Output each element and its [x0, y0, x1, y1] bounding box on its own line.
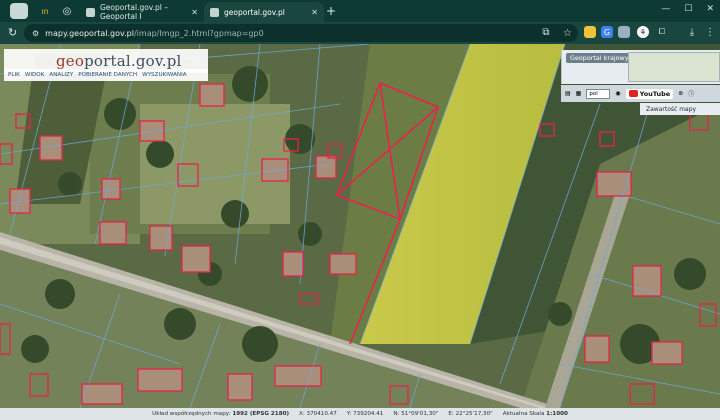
map-content-label: Zawartość mapy [646, 105, 697, 113]
coord-n: N: 51°09'01,30" [393, 411, 439, 417]
crs-label: Układ współrzędnych mapy: [152, 411, 231, 417]
coord-e: E: 22°25'17,30" [448, 411, 493, 417]
favicon-icon [86, 7, 95, 17]
download-icon[interactable]: ⤓ [686, 26, 698, 38]
browser-tab-strip: ın ◎ Geoportal.gov.pl – Geoportal I ✕ ge… [0, 0, 720, 22]
panel-toolbar: ▤ ▦ pol ◉ YouTube ⊛ ⓘ [561, 85, 720, 102]
overview-minimap[interactable] [628, 52, 720, 82]
minimize-icon[interactable]: — [661, 4, 670, 14]
youtube-link[interactable]: YouTube [625, 88, 674, 99]
bookmark-star-icon[interactable]: ☆ [563, 28, 572, 39]
close-icon[interactable]: ✕ [311, 8, 318, 17]
map-content-header[interactable]: Zawartość mapy [640, 103, 720, 115]
menu-plik[interactable]: PLIK [8, 72, 20, 78]
logo-part-1: geo [56, 52, 85, 70]
scale-value: 1:1000 [546, 411, 568, 417]
maximize-icon[interactable]: ☐ [684, 4, 692, 14]
cast-icon[interactable]: ⧉ [540, 26, 552, 38]
tab-geoportal-1[interactable]: Geoportal.gov.pl – Geoportal I ✕ [80, 2, 204, 22]
logo-part-2: portal.gov.pl [84, 52, 182, 70]
tab-title: Geoportal.gov.pl – Geoportal I [100, 3, 169, 21]
layers-icon[interactable]: ▦ [576, 90, 582, 97]
menu-widok[interactable]: WIDOK [25, 72, 45, 78]
youtube-play-icon [628, 90, 638, 97]
globe-icon[interactable]: ◎ [58, 3, 76, 19]
tab-geoportal-2[interactable]: geoportal.gov.pl ✕ [204, 2, 324, 22]
menu-wyszukiwania[interactable]: WYSZUKIWANIA [142, 72, 186, 78]
globe-icon[interactable]: ◉ [615, 90, 620, 97]
window-close-icon[interactable]: ✕ [706, 4, 714, 14]
new-tab-button[interactable]: + [326, 3, 336, 19]
site-info-icon[interactable]: ⚙ [32, 29, 39, 38]
panel-title: Geoportal krajowy [566, 53, 633, 63]
url-host: mapy.geoportal.gov.pl [45, 28, 134, 38]
menu-analizy[interactable]: ANALIZY [49, 72, 73, 78]
browser-toolbar: ↻ ⚙ mapy.geoportal.gov.pl/imap/Imgp_2.ht… [0, 22, 720, 44]
translate-icon[interactable]: G [601, 26, 613, 38]
tab-pinned-1[interactable] [10, 3, 28, 19]
status-bar: Układ współrzędnych mapy: 1992 (EPSG 218… [0, 408, 720, 420]
profile-avatar-icon[interactable]: ⚘ [637, 26, 649, 38]
coord-y: Y: 739204.41 [346, 411, 384, 417]
close-icon[interactable]: ✕ [191, 8, 198, 17]
reload-icon[interactable]: ↻ [8, 26, 17, 40]
menu-pobieranie-danych[interactable]: POBIERANIE DANYCH [78, 72, 137, 78]
overview-panel: Geoportal krajowy [561, 50, 720, 84]
scale-label: Aktualna Skala [502, 411, 545, 417]
extensions-puzzle-icon[interactable]: ⧠ [656, 26, 668, 38]
extension-icon[interactable] [618, 26, 630, 38]
crs-value: 1992 (EPSG 2180) [232, 411, 290, 417]
coord-x: X: 370410.47 [299, 411, 337, 417]
map-view[interactable]: geo portal.gov.pl PLIK WIDOK ANALIZY POBI… [0, 44, 720, 408]
help-icon[interactable]: ⊛ [678, 90, 683, 97]
print-icon[interactable]: ▤ [565, 90, 571, 97]
menu-icon[interactable]: ⋮ [704, 26, 716, 38]
tab-title: geoportal.gov.pl [224, 7, 285, 17]
extension-icon[interactable] [584, 26, 596, 38]
geoportal-menu: PLIK WIDOK ANALIZY POBIERANIE DANYCH WYS… [4, 69, 208, 81]
url-path: /imap/Imgp_2.html?gpmap=gp0 [133, 28, 264, 38]
youtube-label: YouTube [639, 89, 671, 98]
tab-pinned-2[interactable]: ın [36, 3, 54, 19]
address-bar[interactable]: ⚙ mapy.geoportal.gov.pl/imap/Imgp_2.html… [24, 24, 578, 42]
info-icon[interactable]: ⓘ [688, 89, 694, 98]
favicon-icon [210, 7, 219, 17]
language-select[interactable]: pol [586, 88, 611, 99]
